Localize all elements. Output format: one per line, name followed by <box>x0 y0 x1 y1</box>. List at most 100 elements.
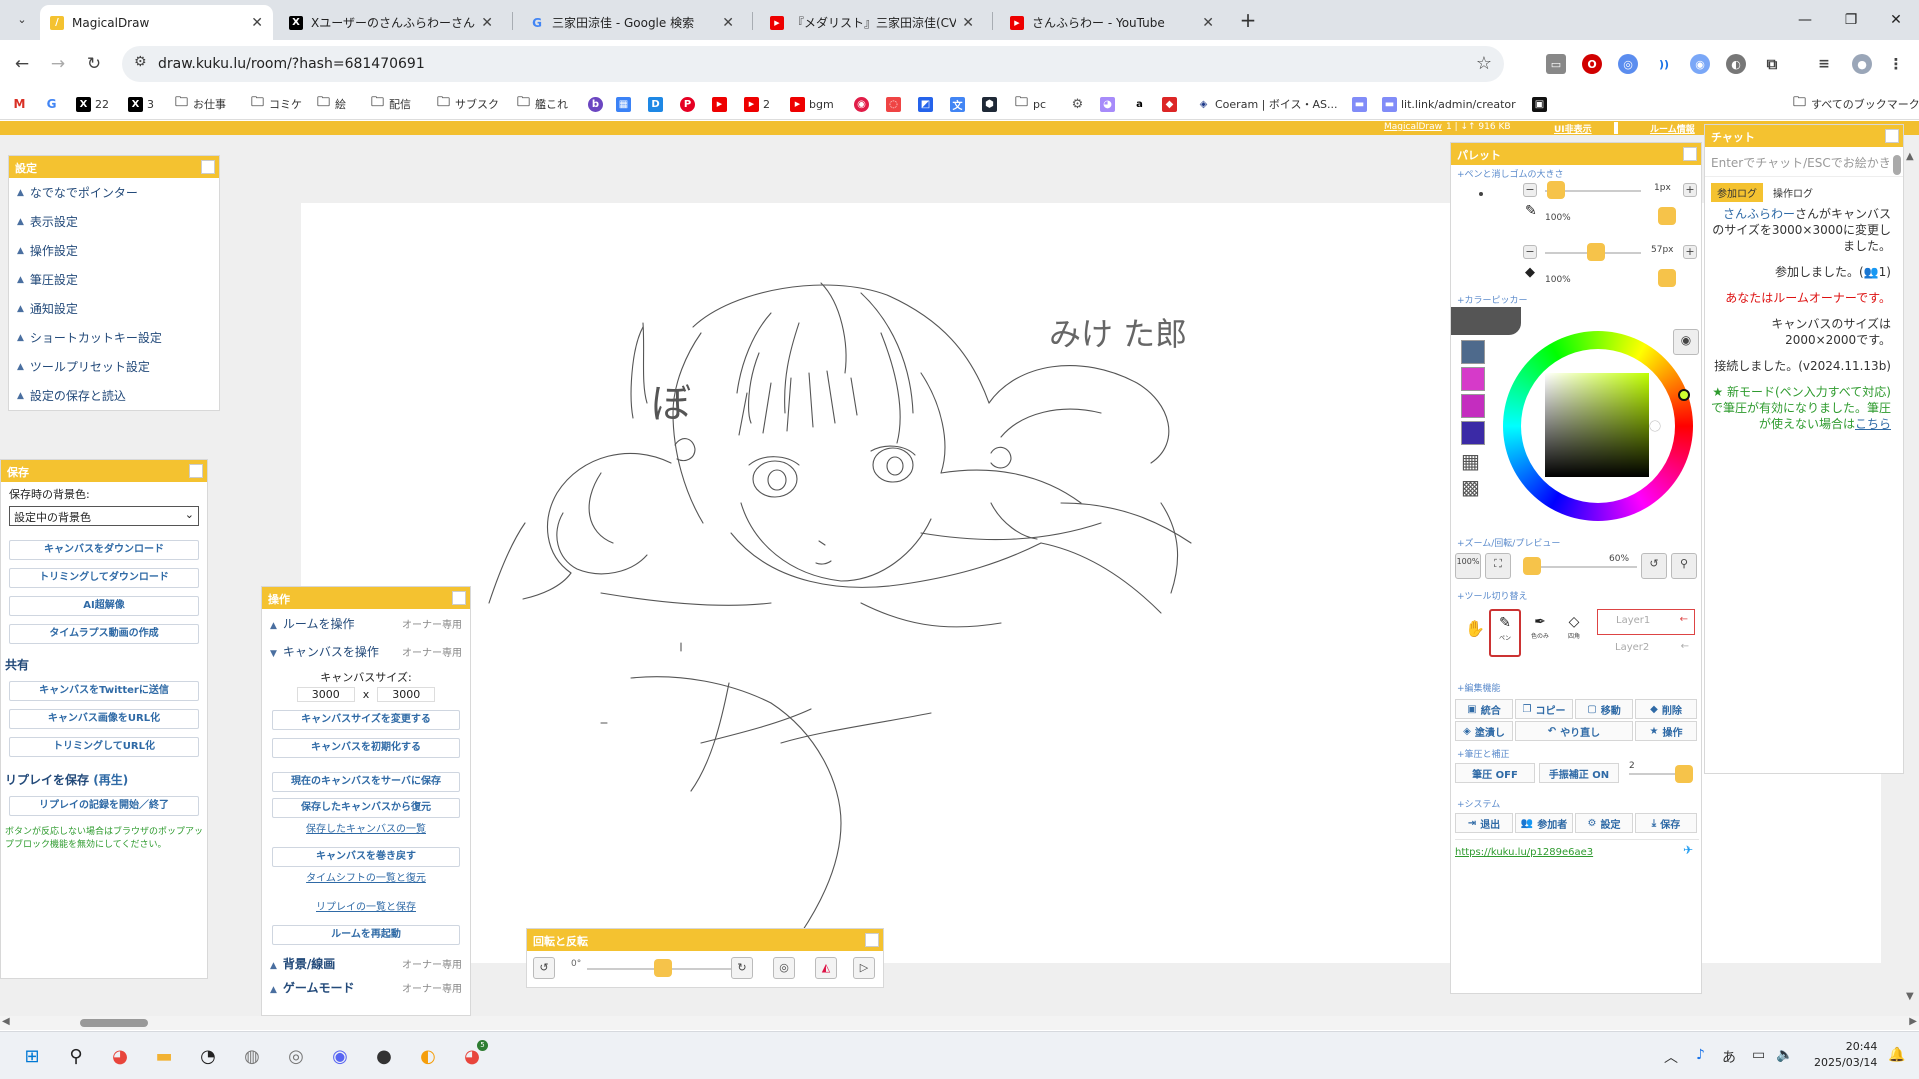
bookmark-d[interactable]: D <box>648 95 667 113</box>
canvas-ops-toggle[interactable]: ▼ キャンバスを操作 オーナー専用 <box>262 637 470 665</box>
eyedropper-icon[interactable]: ◉ <box>1673 329 1699 355</box>
tab-ops-log[interactable]: 操作ログ <box>1769 183 1817 202</box>
save-button[interactable]: ⤓ 保存 <box>1635 813 1697 833</box>
bookmark-folder-comiket[interactable]: 🗀 コミケ <box>250 95 302 113</box>
bookmark-folder-kancolle[interactable]: 🗀 艦これ <box>516 95 568 113</box>
stabilizer-slider[interactable] <box>1629 773 1679 775</box>
bookmark-youtube-2[interactable]: ▶ 2 <box>744 95 770 113</box>
replay-record-button[interactable]: リプレイの記録を開始／終了 <box>9 796 199 816</box>
chat-input[interactable]: Enterでチャット/ESCでお絵かき <box>1705 147 1903 177</box>
bookmark-folder-subs[interactable]: 🗀 サブスク <box>436 95 499 113</box>
participants-button[interactable]: 👥 参加者 <box>1515 813 1573 833</box>
layer1-row[interactable]: Layer1 ← <box>1597 609 1695 635</box>
bookmark-coeram[interactable]: ◈ Coeram | ボイス・AS... <box>1196 95 1338 113</box>
ime-indicator[interactable]: あ <box>1722 1047 1736 1067</box>
close-tab-icon[interactable]: ✕ <box>1202 15 1214 31</box>
scroll-right-icon[interactable]: ▶ <box>1909 1016 1917 1027</box>
panel-close-icon[interactable] <box>1885 129 1899 143</box>
ui-hide-button[interactable]: UI非表示 <box>1554 122 1592 135</box>
flip-vertical-icon[interactable]: ▷ <box>853 957 875 979</box>
rotate-right-icon[interactable]: ↻ <box>731 957 753 979</box>
help-link[interactable]: こちら <box>1855 417 1891 431</box>
bookmark-settings[interactable]: ⚙ <box>1070 95 1089 113</box>
bookmark-x-22[interactable]: X 22 <box>76 95 109 113</box>
all-bookmarks[interactable]: 🗀 すべてのブックマーク <box>1792 95 1919 113</box>
delete-button[interactable]: ◆ 削除 <box>1635 699 1697 719</box>
lens-extension-icon[interactable]: ◉ <box>1690 54 1710 74</box>
move-button[interactable]: ▢ 移動 <box>1575 699 1633 719</box>
setting-nadenade-pointer[interactable]: ▲ なでなでポインター <box>9 178 219 207</box>
pen-opacity-knob[interactable] <box>1658 207 1676 225</box>
layer2-row[interactable]: Layer2 ← <box>1597 639 1695 661</box>
room-info-button[interactable]: ルーム情報 <box>1650 122 1695 135</box>
pen-size-knob[interactable] <box>1547 181 1565 199</box>
bookmark-gmail[interactable]: M <box>12 95 31 113</box>
panel-close-icon[interactable] <box>201 160 215 174</box>
zoom-knob[interactable] <box>1523 557 1541 575</box>
rotate-left-icon[interactable]: ↺ <box>533 957 555 979</box>
network-icon[interactable]: ▭ <box>1752 1047 1765 1063</box>
bookmark-red-circle[interactable]: ◉ <box>854 95 873 113</box>
bookmark-x-3[interactable]: X3 <box>128 95 154 113</box>
trim-download-button[interactable]: トリミングしてダウンロード <box>9 568 199 588</box>
tab-magicaldraw[interactable]: / MagicalDraw ✕ <box>40 5 273 40</box>
chat-scrollbar-thumb[interactable] <box>1893 155 1901 175</box>
room-share-link[interactable]: https://kuku.lu/p1289e6ae3 <box>1455 847 1593 858</box>
new-tab-button[interactable]: + <box>1234 6 1262 34</box>
current-color-swatch[interactable] <box>1451 307 1521 335</box>
hand-tool-icon[interactable]: ✋ <box>1465 619 1485 638</box>
setting-tool-presets[interactable]: ▲ ツールプリセット設定 <box>9 352 219 381</box>
bookmark-purple[interactable]: ▬ <box>1352 95 1371 113</box>
eraser-size-minus-icon[interactable]: − <box>1523 245 1537 259</box>
bookmark-amazon[interactable]: a <box>1132 95 1151 113</box>
game-mode-toggle[interactable]: ▲ ゲームモード オーナー専用 <box>262 975 470 999</box>
setting-shortcuts[interactable]: ▲ ショートカットキー設定 <box>9 323 219 352</box>
tray-chevron-icon[interactable]: ︿ <box>1664 1047 1678 1067</box>
bookmark-folder-stream[interactable]: 🗀 配信 <box>370 95 411 113</box>
bookmark-youtube[interactable]: ▶ <box>712 95 731 113</box>
bg-lines-toggle[interactable]: ▲ 背景/線画 オーナー専用 <box>262 951 470 975</box>
restore-icon[interactable]: ❐ <box>1828 0 1874 40</box>
windows-start-icon[interactable]: ⊞ <box>18 1042 46 1070</box>
app-icon[interactable]: ◍ <box>238 1042 266 1070</box>
replay-list-link[interactable]: リプレイの一覧と保存 <box>262 898 470 913</box>
twitter-bird-icon[interactable]: ✈ <box>1683 843 1693 857</box>
microphone-icon[interactable]: ♪ <box>1696 1047 1705 1063</box>
saturation-value-square[interactable] <box>1545 373 1649 477</box>
trim-url-button[interactable]: トリミングしてURL化 <box>9 737 199 757</box>
forward-icon[interactable]: → <box>44 50 72 78</box>
flip-horizontal-icon[interactable]: ◭ <box>815 957 837 979</box>
opera-extension-icon[interactable]: O <box>1582 54 1602 74</box>
read-aloud-extension-icon[interactable]: )) <box>1654 54 1674 74</box>
dark-mode-extension-icon[interactable]: ◐ <box>1726 54 1746 74</box>
panel-close-icon[interactable] <box>189 464 203 478</box>
pressure-toggle-button[interactable]: 筆圧 OFF <box>1455 763 1535 783</box>
reload-icon[interactable]: ↻ <box>80 50 108 78</box>
merge-button[interactable]: ▣ 統合 <box>1455 699 1513 719</box>
setting-notification[interactable]: ▲ 通知設定 <box>9 294 219 323</box>
panel-close-icon[interactable] <box>865 933 879 947</box>
rewind-canvas-button[interactable]: キャンバスを巻き戻す <box>272 847 460 867</box>
bookmark-red-square[interactable]: ◌ <box>886 95 905 113</box>
url-text[interactable]: draw.kuku.lu/room/?hash=681470691 <box>158 56 425 72</box>
tab-x-post[interactable]: X Xユーザーのさんふらわーさん:「昨日 ✕ <box>279 5 503 40</box>
pen-size-minus-icon[interactable]: − <box>1523 183 1537 197</box>
room-ops-toggle[interactable]: ▲ ルームを操作 オーナー専用 <box>262 609 470 637</box>
bookmark-pinterest[interactable]: P <box>680 95 699 113</box>
ai-upscale-button[interactable]: AI超解像 <box>9 596 199 616</box>
color-only-tool-button[interactable]: ✒ 色のみ <box>1525 611 1555 655</box>
bookmark-youtube-bgm[interactable]: ▶ bgm <box>790 95 834 113</box>
setting-operation[interactable]: ▲ 操作設定 <box>9 236 219 265</box>
settings-button[interactable]: ⚙ 設定 <box>1575 813 1633 833</box>
download-canvas-button[interactable]: キャンバスをダウンロード <box>9 540 199 560</box>
minimize-icon[interactable]: — <box>1782 0 1828 40</box>
chrome-menu-icon[interactable]: ⋮ <box>1886 54 1906 74</box>
init-canvas-button[interactable]: キャンバスを初期化する <box>272 738 460 758</box>
change-size-button[interactable]: キャンバスサイズを変更する <box>272 710 460 730</box>
add-swatch-icon[interactable]: ▦ <box>1461 449 1485 473</box>
bookmark-b[interactable]: b <box>588 95 607 113</box>
close-tab-icon[interactable]: ✕ <box>251 15 263 31</box>
search-icon[interactable]: ⚲ <box>62 1042 90 1070</box>
redo-button[interactable]: ↶ やり直し <box>1515 721 1633 741</box>
setting-save-load[interactable]: ▲ 設定の保存と読込 <box>9 381 219 410</box>
